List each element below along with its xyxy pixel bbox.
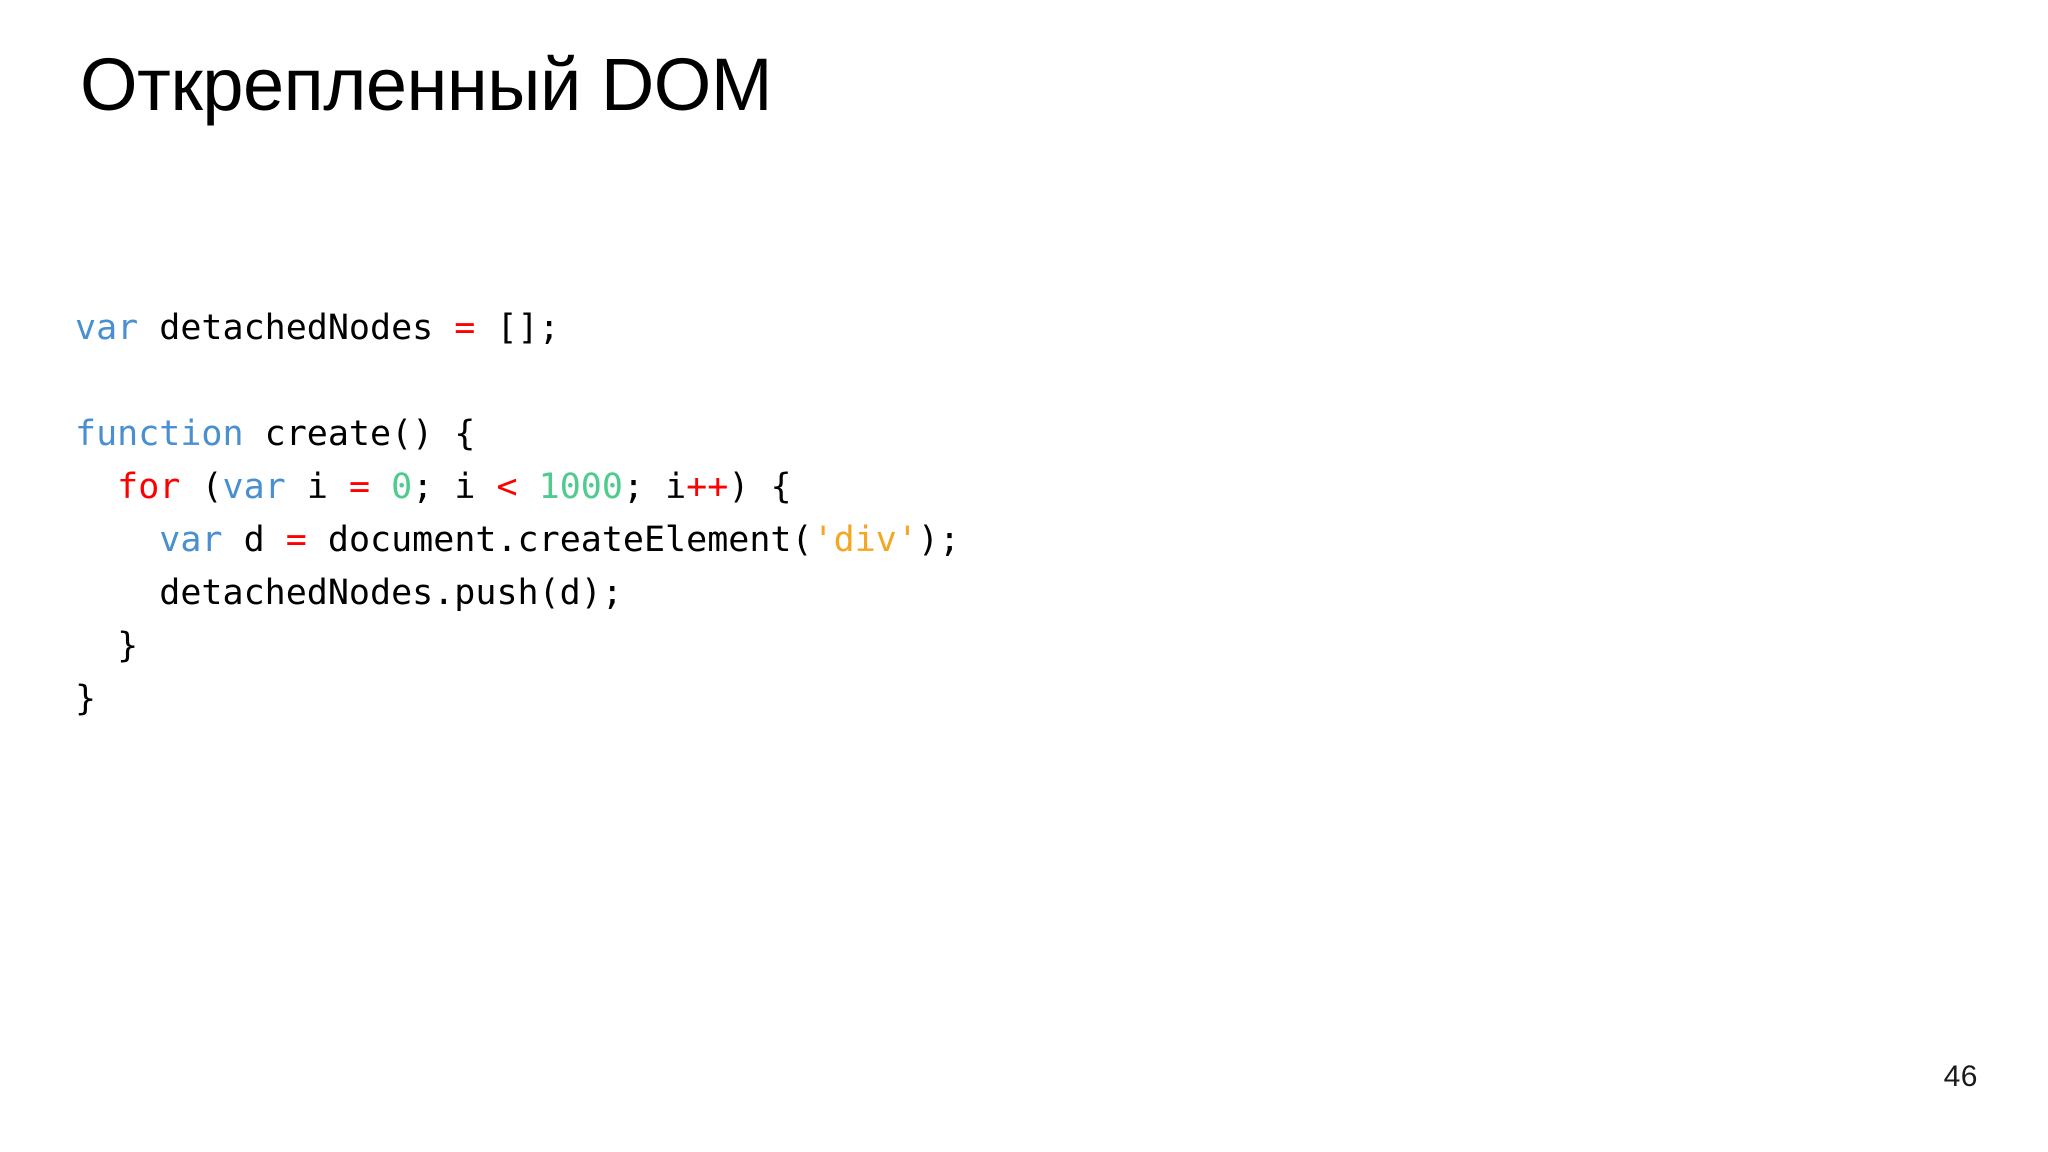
code-token: 1000 — [538, 467, 623, 507]
code-token: . — [496, 520, 518, 560]
code-line: var detachedNodes = []; — [75, 302, 960, 355]
code-token: []; — [475, 308, 560, 348]
code-token: document — [327, 520, 497, 560]
code-line: for (var i = 0; i < 1000; i++) { — [75, 461, 960, 514]
code-token: push — [454, 573, 539, 613]
code-token: detachedNodes. — [75, 573, 455, 613]
code-token: (d); — [538, 573, 623, 613]
code-token: } — [75, 679, 97, 719]
code-line: } — [75, 673, 960, 726]
code-token: create() { — [243, 414, 476, 454]
code-line: function create() { — [75, 408, 960, 461]
code-token: } — [75, 626, 139, 666]
page-title: Открепленный DOM — [80, 43, 773, 126]
code-token: d — [222, 520, 286, 560]
page-number: 46 — [1943, 1060, 1978, 1093]
code-line: } — [75, 620, 960, 673]
code-token: ( — [791, 520, 813, 560]
code-token: for — [117, 467, 181, 507]
code-token: ; i — [622, 467, 687, 507]
code-token: 0 — [391, 467, 413, 507]
code-token: = — [454, 308, 476, 348]
code-token: ++ — [686, 467, 729, 507]
code-block: var detachedNodes = []; function create()… — [75, 302, 960, 726]
code-token: ); — [917, 520, 961, 560]
code-token: = — [348, 467, 371, 507]
code-token: var — [222, 467, 286, 507]
code-token: 'div' — [812, 520, 918, 560]
code-line: detachedNodes.push(d); — [75, 567, 960, 620]
code-token: = — [285, 520, 307, 560]
code-line: var d = document.createElement('div'); — [75, 514, 960, 567]
code-token: var — [159, 520, 223, 560]
code-token: function — [75, 414, 244, 454]
code-token: i — [285, 467, 349, 507]
code-token: ( — [180, 467, 223, 507]
code-token: detachedNodes — [138, 308, 455, 348]
code-token: createElement — [517, 520, 792, 560]
slide-root: Открепленный DOM var detachedNodes = [];… — [0, 0, 2048, 1152]
code-token: ; i — [412, 467, 497, 507]
code-token: < — [496, 467, 518, 507]
code-token: var — [75, 308, 139, 348]
code-token: ) { — [728, 467, 792, 507]
